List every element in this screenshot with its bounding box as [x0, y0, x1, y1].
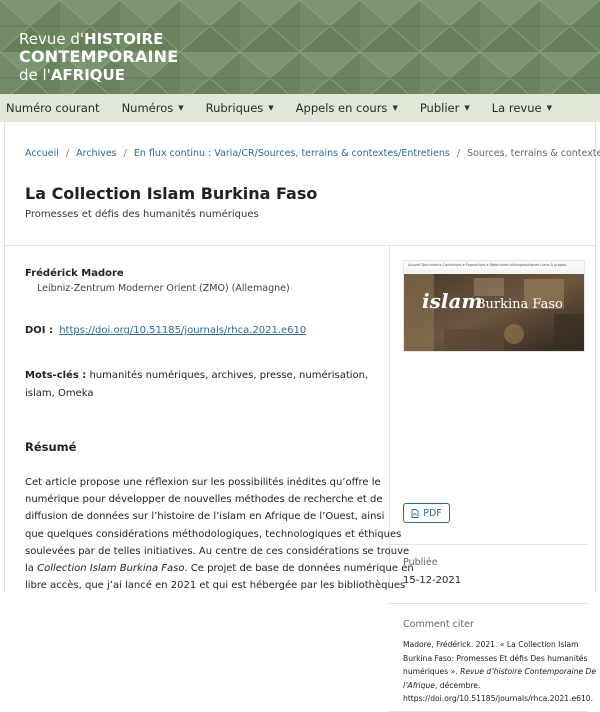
abstract-line: la Collection Islam Burkina Faso. Ce pro…	[25, 563, 414, 575]
citation-text: Madore, Frédérick. 2021. « La Collection…	[403, 638, 597, 706]
breadcrumb-section[interactable]: En flux continu : Varia/CR/Sources, terr…	[134, 148, 450, 159]
author-affiliation: Leibniz-Zentrum Moderner Orient (ZMO) (A…	[37, 283, 290, 294]
divider	[389, 603, 588, 604]
divider	[389, 544, 588, 545]
abstract-line: soulevées par de telles initiatives. Au …	[25, 545, 410, 557]
abstract-line: diffusion de données sur l’histoire de l…	[25, 511, 385, 523]
cover-title-burkina: Burkina Faso	[476, 297, 563, 312]
citation-line: Burkina Faso: Promesses Et défis Des hum…	[403, 653, 588, 663]
chevron-down-icon: ▼	[268, 104, 274, 112]
pdf-button[interactable]: PDF	[403, 503, 450, 523]
abstract-line: libre accès, que j’ai lancé en 2021 et q…	[25, 580, 406, 592]
cover-nav-text: Accueil Documents Collections ▾ Expositi…	[408, 263, 567, 267]
citation-line: l’Afrique, décembre.	[403, 680, 481, 690]
breadcrumb-current: Sources, terrains & contextes	[467, 148, 600, 159]
file-pdf-icon	[411, 508, 419, 518]
nav-item-publier[interactable]: Publier ▼	[420, 101, 470, 115]
breadcrumb-accueil[interactable]: Accueil	[25, 148, 59, 159]
logo-line-3: de l'AFRIQUE	[19, 66, 125, 84]
nav-item-numero-courant[interactable]: Numéro courant	[6, 101, 100, 115]
chevron-down-icon: ▼	[546, 104, 552, 112]
keywords-row: Mots-clés : humanités numériques, archiv…	[25, 367, 370, 403]
abstract-line: que quelques considérations méthodologiq…	[25, 528, 402, 540]
abstract-line: numérique pour développer de nouvelles m…	[25, 494, 383, 506]
page-container: Accueil / Archives / En flux continu : V…	[4, 122, 600, 712]
citation-line: numériques ». Revue d’histoire Contempor…	[403, 667, 597, 676]
abstract-text: Cet article propose une réflexion sur le…	[25, 474, 414, 594]
chevron-down-icon: ▼	[178, 104, 184, 112]
breadcrumb-separator: /	[456, 148, 461, 159]
cover-title-islam: islam	[422, 289, 483, 313]
journal-logo[interactable]: Revue d'HISTOIRE CONTEMPORAINE de l'AFRI…	[19, 30, 178, 84]
main-nav: Numéro courant Numéros ▼ Rubriques ▼ Appel…	[0, 94, 600, 122]
published-date: 15-12-2021	[403, 575, 462, 586]
breadcrumb-separator: /	[65, 148, 70, 159]
breadcrumb-separator: /	[123, 148, 127, 159]
citation-line: https://doi.org/10.51185/journals/rhca.2…	[403, 694, 594, 703]
doi-label: DOI :	[25, 325, 54, 336]
abstract-heading: Résumé	[25, 440, 77, 454]
cite-label: Comment citer	[403, 619, 474, 630]
keywords-label: Mots-clés :	[25, 370, 87, 381]
nav-item-rubriques[interactable]: Rubriques ▼	[206, 101, 274, 115]
cover-image[interactable]: Accueil Documents Collections ▾ Expositi…	[403, 260, 585, 352]
nav-item-la-revue[interactable]: La revue ▼	[492, 101, 552, 115]
logo-line-1: Revue d'HISTOIRE	[19, 30, 164, 48]
article-title: La Collection Islam Burkina Faso	[25, 184, 318, 203]
chevron-down-icon: ▼	[392, 104, 398, 112]
published-label: Publiée	[403, 557, 438, 568]
site-header: Revue d'HISTOIRE CONTEMPORAINE de l'AFRI…	[0, 0, 600, 94]
breadcrumb: Accueil / Archives / En flux continu : V…	[25, 148, 600, 159]
author-name: Frédérick Madore	[25, 268, 124, 279]
breadcrumb-archives[interactable]: Archives	[76, 148, 117, 159]
logo-line-2: CONTEMPORAINE	[19, 47, 179, 66]
nav-item-appels[interactable]: Appels en cours ▼	[296, 101, 398, 115]
doi-link[interactable]: https://doi.org/10.51185/journals/rhca.2…	[59, 325, 306, 336]
article-subtitle: Promesses et défis des humanités numériq…	[25, 209, 259, 220]
abstract-line: Cet article propose une réflexion sur le…	[25, 477, 381, 488]
pdf-label: PDF	[423, 507, 442, 519]
citation-line: Madore, Frédérick. 2021. « La Collection…	[403, 640, 579, 649]
doi-row: DOI : https://doi.org/10.51185/journals/…	[25, 325, 306, 336]
divider	[5, 245, 595, 246]
nav-item-numeros[interactable]: Numéros ▼	[122, 101, 184, 115]
chevron-down-icon: ▼	[464, 104, 470, 112]
